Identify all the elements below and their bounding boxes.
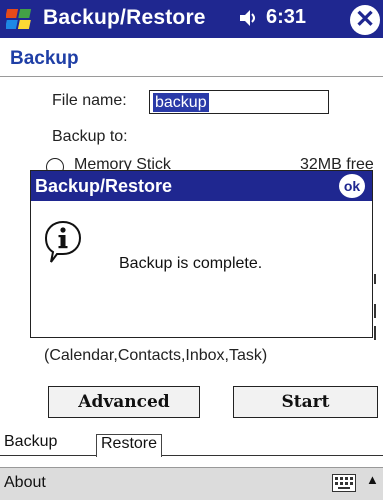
tab-backup[interactable]: Backup	[4, 433, 57, 455]
free-space-text: 32MB free	[300, 156, 374, 170]
ok-button[interactable]: ok	[339, 174, 365, 198]
menu-bar: About ▲	[0, 467, 383, 500]
dialog-message: Backup is complete.	[119, 255, 263, 272]
file-name-label: File name:	[52, 92, 127, 109]
input-menu-arrow-icon[interactable]: ▲	[366, 472, 379, 487]
advanced-button[interactable]: Advanced	[48, 386, 200, 418]
volume-icon[interactable]	[238, 8, 260, 28]
dialog-title-bar: Backup/Restore ok	[31, 171, 372, 201]
window-title: Backup/Restore	[43, 6, 206, 29]
keyboard-icon[interactable]	[332, 474, 356, 492]
divider	[0, 76, 383, 77]
close-button[interactable]: ✕	[350, 5, 380, 35]
start-button[interactable]: Start	[233, 386, 378, 418]
file-name-input[interactable]: backup	[149, 90, 329, 114]
memory-option-label[interactable]: Memory Stick	[74, 156, 171, 170]
page-title: Backup	[10, 48, 79, 69]
backup-items-text: (Calendar,Contacts,Inbox,Task)	[44, 347, 268, 364]
completion-dialog: Backup/Restore ok Backup is complete.	[30, 170, 373, 338]
dialog-title: Backup/Restore	[35, 176, 173, 196]
title-bar: Backup/Restore 6:31 ✕	[0, 0, 383, 38]
tab-restore[interactable]: Restore	[96, 434, 163, 457]
keyboard-glyph	[335, 477, 353, 489]
scroll-edge-marks	[374, 274, 376, 340]
info-icon	[44, 220, 82, 263]
clock[interactable]: 6:31	[266, 6, 306, 29]
backup-to-label: Backup to:	[52, 128, 128, 145]
tabs-divider	[0, 455, 383, 456]
ok-label: ok	[343, 178, 361, 194]
windows-start-icon[interactable]	[6, 5, 34, 33]
close-icon: ✕	[354, 6, 376, 33]
about-menu[interactable]: About	[4, 474, 46, 492]
file-name-value: backup	[153, 93, 209, 112]
